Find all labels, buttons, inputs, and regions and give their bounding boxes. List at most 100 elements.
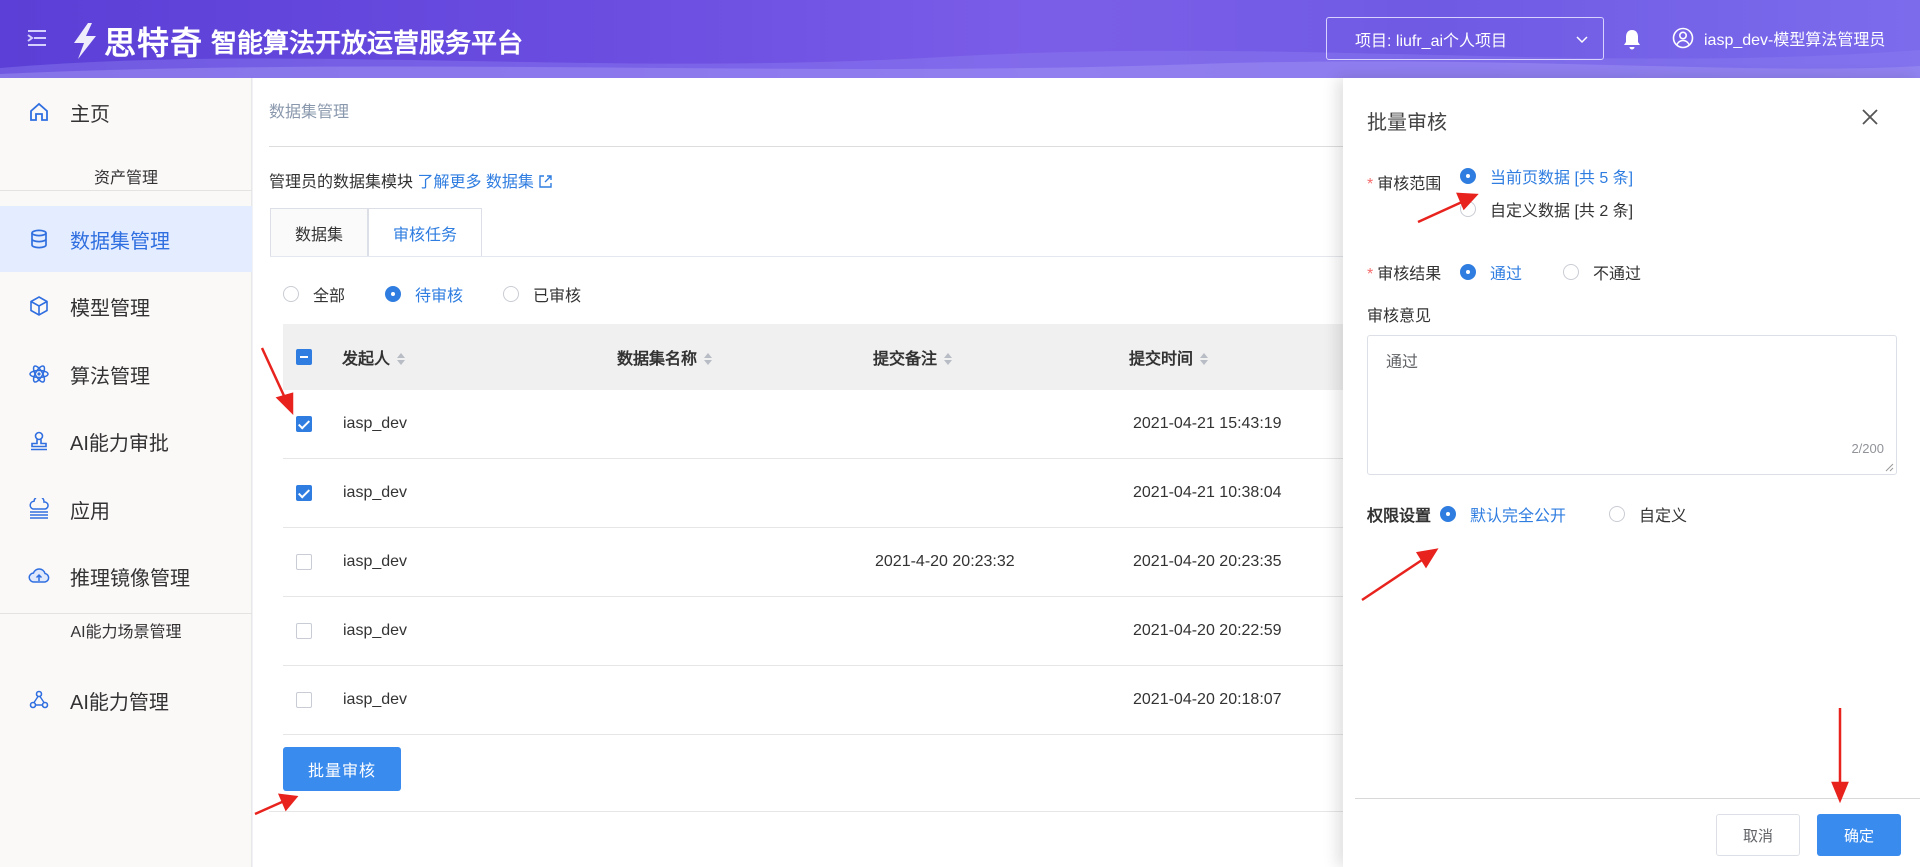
- row-checkbox[interactable]: [296, 692, 312, 708]
- bell-icon[interactable]: [1622, 28, 1642, 50]
- option-label: 当前页数据 [共 5 条]: [1490, 170, 1634, 187]
- confirm-button[interactable]: 确定: [1817, 814, 1901, 856]
- sidebar-item-ai-approval[interactable]: AI能力审批: [0, 409, 252, 473]
- divider: [269, 811, 1343, 812]
- cell-submit-time: 2021-04-21 10:38:04: [1133, 484, 1282, 501]
- chevron-down-icon: [1576, 36, 1588, 44]
- result-label: * 审核结果: [1367, 260, 1441, 284]
- user-name: iasp_dev-模型算法管理员: [1704, 32, 1886, 49]
- row-checkbox[interactable]: [296, 416, 312, 432]
- radio-circle[interactable]: [1460, 168, 1476, 184]
- table-row[interactable]: iasp_dev 2021-04-21 10:38:04: [283, 459, 1343, 528]
- row-checkbox[interactable]: [296, 623, 312, 639]
- scope-label-text: 审核范围: [1377, 176, 1442, 193]
- sidebar-item-datasets[interactable]: 数据集管理: [0, 206, 252, 272]
- sidebar-item-ai-capability[interactable]: AI能力管理: [0, 668, 252, 732]
- sidebar-item-label: AI能力审批: [70, 432, 169, 455]
- batch-review-button[interactable]: 批量审核: [283, 747, 401, 791]
- row-checkbox[interactable]: [296, 554, 312, 570]
- table-row[interactable]: iasp_dev 2021-4-20 20:23:32 2021-04-20 2…: [283, 528, 1343, 597]
- divider: [269, 146, 1343, 147]
- radio-circle[interactable]: [283, 286, 299, 302]
- main-content: 数据集管理 管理员的数据集模块 了解更多 数据集 数据集 审核任务 全部 待审核…: [253, 78, 1343, 867]
- radio-circle[interactable]: [1440, 506, 1456, 522]
- sidebar-item-home[interactable]: 主页: [0, 80, 252, 144]
- column-header-label: 提交备注: [873, 351, 938, 368]
- result-label-text: 审核结果: [1377, 266, 1442, 283]
- sort-icon[interactable]: [1199, 351, 1209, 367]
- column-header-initiator[interactable]: 发起人: [342, 345, 406, 369]
- table-row[interactable]: iasp_dev 2021-04-20 20:22:59: [283, 597, 1343, 666]
- result-fail-option[interactable]: 不通过: [1563, 260, 1641, 284]
- sidebar-item-label: 算法管理: [70, 365, 150, 388]
- option-label: 通过: [1490, 266, 1523, 283]
- external-link-icon: [539, 175, 553, 188]
- filter-all[interactable]: 全部: [283, 282, 345, 306]
- filter-pending[interactable]: 待审核: [385, 282, 463, 306]
- column-header-label: 提交时间: [1129, 351, 1194, 368]
- sidebar: 主页 资产管理 数据集管理 模型管理 算法管理 AI能力审批 应用 推理镜像管理…: [0, 78, 252, 867]
- permission-default-option[interactable]: 默认完全公开: [1440, 502, 1566, 526]
- column-header-dataset-name[interactable]: 数据集名称: [617, 345, 713, 369]
- char-counter: 2/200: [1851, 441, 1884, 456]
- sidebar-item-models[interactable]: 模型管理: [0, 274, 252, 338]
- tab-datasets[interactable]: 数据集: [270, 208, 369, 257]
- opinion-value: 通过: [1386, 352, 1419, 371]
- module-description: 管理员的数据集模块 了解更多 数据集: [269, 168, 553, 192]
- resize-handle-icon[interactable]: [1884, 462, 1894, 472]
- project-select[interactable]: 项目: liufr_ai个人项目: [1326, 17, 1604, 60]
- learn-more-link-label: 了解更多 数据集: [417, 174, 534, 191]
- radio-circle[interactable]: [1460, 264, 1476, 280]
- result-pass-option[interactable]: 通过: [1460, 260, 1522, 284]
- sort-icon[interactable]: [396, 351, 406, 367]
- learn-more-link[interactable]: 了解更多 数据集: [417, 174, 553, 191]
- database-icon: [31, 229, 47, 249]
- table-row[interactable]: iasp_dev 2021-04-21 15:43:19: [283, 390, 1343, 459]
- sidebar-item-label: AI能力管理: [70, 691, 169, 714]
- sort-icon[interactable]: [703, 351, 713, 367]
- tab-review-tasks[interactable]: 审核任务: [368, 208, 483, 257]
- close-icon[interactable]: [1861, 108, 1879, 126]
- radio-circle[interactable]: [385, 286, 402, 302]
- opinion-textarea[interactable]: 通过 2/200: [1367, 335, 1897, 475]
- description-text: 管理员的数据集模块: [269, 174, 414, 191]
- divider: [0, 190, 252, 191]
- column-header-submit-time[interactable]: 提交时间: [1129, 345, 1209, 369]
- batch-review-drawer: 批量审核 * 审核范围 当前页数据 [共 5 条] 自定义数据 [共 2 条] *…: [1343, 78, 1920, 867]
- required-mark: *: [1367, 266, 1374, 283]
- filter-label: 已审核: [533, 288, 582, 305]
- permission-custom-option[interactable]: 自定义: [1609, 502, 1687, 526]
- scope-custom-option[interactable]: 自定义数据 [共 2 条]: [1460, 197, 1633, 221]
- option-label: 自定义: [1639, 508, 1688, 525]
- table-header: 发起人 数据集名称 提交备注 提交时间: [283, 324, 1343, 390]
- cell-submit-time: 2021-04-20 20:23:35: [1133, 553, 1282, 570]
- select-all-checkbox[interactable]: [296, 349, 312, 365]
- sort-icon[interactable]: [943, 351, 953, 367]
- radio-circle[interactable]: [1609, 506, 1625, 522]
- scope-current-page-option[interactable]: 当前页数据 [共 5 条]: [1460, 164, 1633, 188]
- sidebar-item-apps[interactable]: 应用: [0, 477, 252, 541]
- cell-note: 2021-4-20 20:23:32: [875, 553, 1015, 570]
- radio-circle[interactable]: [1460, 201, 1476, 217]
- table-row[interactable]: iasp_dev 2021-04-20 20:18:07: [283, 666, 1343, 735]
- drawer-title: 批量审核: [1367, 112, 1447, 134]
- breadcrumb[interactable]: 数据集管理: [269, 98, 349, 122]
- sidebar-item-inference-images[interactable]: 推理镜像管理: [0, 544, 252, 608]
- divider: [0, 613, 252, 614]
- network-icon: [29, 690, 49, 709]
- menu-toggle-icon[interactable]: [26, 28, 48, 48]
- user-menu[interactable]: iasp_dev-模型算法管理员: [1672, 26, 1885, 50]
- row-checkbox[interactable]: [296, 485, 312, 501]
- radio-circle[interactable]: [503, 286, 520, 302]
- cell-submit-time: 2021-04-20 20:22:59: [1133, 622, 1282, 639]
- sidebar-item-algorithms[interactable]: 算法管理: [0, 342, 252, 406]
- filter-reviewed[interactable]: 已审核: [503, 282, 581, 306]
- sidebar-group-label: AI能力场景管理: [70, 624, 182, 641]
- cloud-upload-icon: [28, 568, 50, 583]
- column-header-note[interactable]: 提交备注: [873, 345, 953, 369]
- filter-label: 全部: [313, 288, 346, 305]
- cancel-button[interactable]: 取消: [1716, 814, 1800, 856]
- radio-circle[interactable]: [1563, 264, 1579, 280]
- sidebar-group-assets: 资产管理: [0, 164, 252, 191]
- cell-initiator: iasp_dev: [343, 691, 408, 708]
